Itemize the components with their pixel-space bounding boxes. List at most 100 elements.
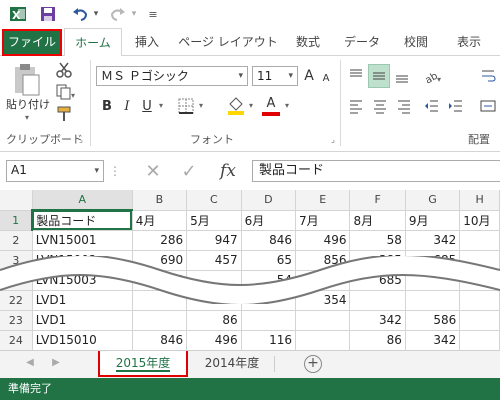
name-box[interactable]: A1 ▾ xyxy=(6,160,104,182)
cell[interactable]: 86 xyxy=(349,330,406,350)
cut-icon[interactable] xyxy=(54,60,74,80)
cell[interactable]: LVD15010 xyxy=(32,330,133,350)
paste-icon[interactable] xyxy=(8,60,44,100)
font-color-button[interactable]: A xyxy=(262,94,280,116)
redo-icon[interactable] xyxy=(108,5,128,23)
row-header[interactable]: 23 xyxy=(0,310,33,331)
cell[interactable]: 342 xyxy=(405,230,461,251)
sheet-tab-2014[interactable]: 2014年度 xyxy=(192,351,272,377)
column-header-d[interactable]: D xyxy=(241,190,297,211)
tab-review[interactable]: 校閲 xyxy=(396,28,436,56)
cell[interactable]: 947 xyxy=(186,230,242,251)
wrap-text-icon[interactable] xyxy=(478,66,498,86)
tab-page-layout[interactable]: ページ レイアウト xyxy=(178,28,278,56)
tab-data[interactable]: データ xyxy=(338,28,386,56)
orientation-icon[interactable]: ab ▾ xyxy=(422,66,444,86)
cell[interactable]: 9月 xyxy=(405,210,461,231)
enter-icon[interactable]: ✓ xyxy=(176,160,202,182)
font-size-combo[interactable]: 11 ▾ xyxy=(252,66,298,86)
tab-file[interactable]: ファイル xyxy=(2,29,62,56)
bold-button[interactable]: B xyxy=(98,96,116,116)
cell[interactable]: LVD1 xyxy=(32,310,133,331)
cell[interactable] xyxy=(132,310,188,331)
borders-icon[interactable] xyxy=(176,96,196,116)
save-icon[interactable] xyxy=(38,5,58,23)
shrink-font-button[interactable]: A xyxy=(318,68,334,88)
font-name-dropdown-icon[interactable]: ▾ xyxy=(238,67,243,85)
grow-font-button[interactable]: A xyxy=(300,66,318,86)
merge-center-icon[interactable] xyxy=(478,96,498,116)
font-color-dropdown-icon[interactable]: ▾ xyxy=(282,98,292,112)
select-all-corner[interactable] xyxy=(0,190,33,211)
cell[interactable]: 496 xyxy=(295,230,351,251)
cell[interactable]: 846 xyxy=(241,230,297,251)
decrease-indent-icon[interactable] xyxy=(422,96,442,116)
sheet-prev-icon[interactable]: ◀ xyxy=(22,351,38,377)
underline-dropdown-icon[interactable]: ▾ xyxy=(156,98,166,112)
cell[interactable]: 8月 xyxy=(349,210,406,231)
font-name-combo[interactable]: ＭＳ Ｐゴシック ▾ xyxy=(96,66,248,86)
cell[interactable]: 5月 xyxy=(186,210,242,231)
column-header-h[interactable]: H xyxy=(459,190,500,211)
cell[interactable]: 342 xyxy=(405,330,461,350)
cell[interactable]: 58 xyxy=(349,230,406,251)
cell[interactable]: LVN15001 xyxy=(32,230,133,251)
cell[interactable]: 342 xyxy=(349,310,406,331)
cell[interactable] xyxy=(295,330,351,350)
name-box-dropdown-icon[interactable]: ▾ xyxy=(94,162,99,180)
tab-home[interactable]: ホーム xyxy=(64,28,122,57)
font-launcher-icon[interactable]: ⌟ xyxy=(328,134,338,144)
tab-insert[interactable]: 挿入 xyxy=(126,28,168,56)
cell[interactable]: 10月 xyxy=(459,210,500,231)
copy-icon[interactable]: ▾ xyxy=(54,82,78,102)
sheet-next-icon[interactable]: ▶ xyxy=(48,351,64,377)
column-header-g[interactable]: G xyxy=(405,190,461,211)
cell[interactable] xyxy=(459,310,500,331)
row-header[interactable]: 1 xyxy=(0,210,34,231)
row-header[interactable]: 2 xyxy=(0,230,33,251)
insert-function-button[interactable]: fx xyxy=(214,159,242,183)
redo-dropdown-icon[interactable]: ▾ xyxy=(128,5,140,23)
cell[interactable]: 846 xyxy=(132,330,188,350)
paste-dropdown-icon[interactable]: ▾ xyxy=(20,112,34,122)
column-header-e[interactable]: E xyxy=(295,190,351,211)
increase-indent-icon[interactable] xyxy=(446,96,466,116)
column-header-b[interactable]: B xyxy=(132,190,188,211)
align-bottom-icon[interactable] xyxy=(392,66,412,86)
row-header[interactable]: 24 xyxy=(0,330,33,350)
customize-qat-icon[interactable]: ≡ xyxy=(146,5,160,23)
paste-button[interactable]: 貼り付け xyxy=(4,96,52,112)
add-sheet-button[interactable]: + xyxy=(304,355,322,373)
cell[interactable]: 6月 xyxy=(241,210,297,231)
cell[interactable]: 496 xyxy=(186,330,242,350)
borders-dropdown-icon[interactable]: ▾ xyxy=(196,98,206,112)
undo-dropdown-icon[interactable]: ▾ xyxy=(90,5,102,23)
cell[interactable]: 製品コード xyxy=(32,210,133,231)
tab-formulas[interactable]: 数式 xyxy=(288,28,328,56)
align-center-icon[interactable] xyxy=(370,96,390,116)
italic-button[interactable]: I xyxy=(118,96,136,116)
clipboard-launcher-icon[interactable]: ⌟ xyxy=(76,134,86,144)
column-header-f[interactable]: F xyxy=(349,190,406,211)
sheet-tab-2015[interactable]: 2015年度 xyxy=(98,351,188,377)
cancel-icon[interactable]: ✕ xyxy=(140,160,166,182)
cell[interactable]: 586 xyxy=(405,310,461,331)
undo-icon[interactable] xyxy=(70,5,90,23)
fill-color-icon[interactable] xyxy=(226,94,246,116)
tab-view[interactable]: 表示 xyxy=(446,28,492,56)
cell[interactable]: 116 xyxy=(241,330,297,350)
column-header-c[interactable]: C xyxy=(186,190,242,211)
underline-button[interactable]: U xyxy=(138,96,156,116)
cell[interactable]: 4月 xyxy=(132,210,188,231)
align-middle-icon[interactable] xyxy=(368,64,390,88)
cell[interactable]: 86 xyxy=(186,310,242,331)
fill-color-dropdown-icon[interactable]: ▾ xyxy=(246,98,256,112)
format-painter-icon[interactable] xyxy=(54,104,74,124)
align-left-icon[interactable] xyxy=(346,96,366,116)
cell[interactable] xyxy=(295,310,351,331)
cell[interactable] xyxy=(241,310,297,331)
cell[interactable]: 7月 xyxy=(295,210,351,231)
column-header-a[interactable]: A xyxy=(32,190,133,211)
align-top-icon[interactable] xyxy=(346,66,366,86)
font-size-dropdown-icon[interactable]: ▾ xyxy=(288,67,293,85)
